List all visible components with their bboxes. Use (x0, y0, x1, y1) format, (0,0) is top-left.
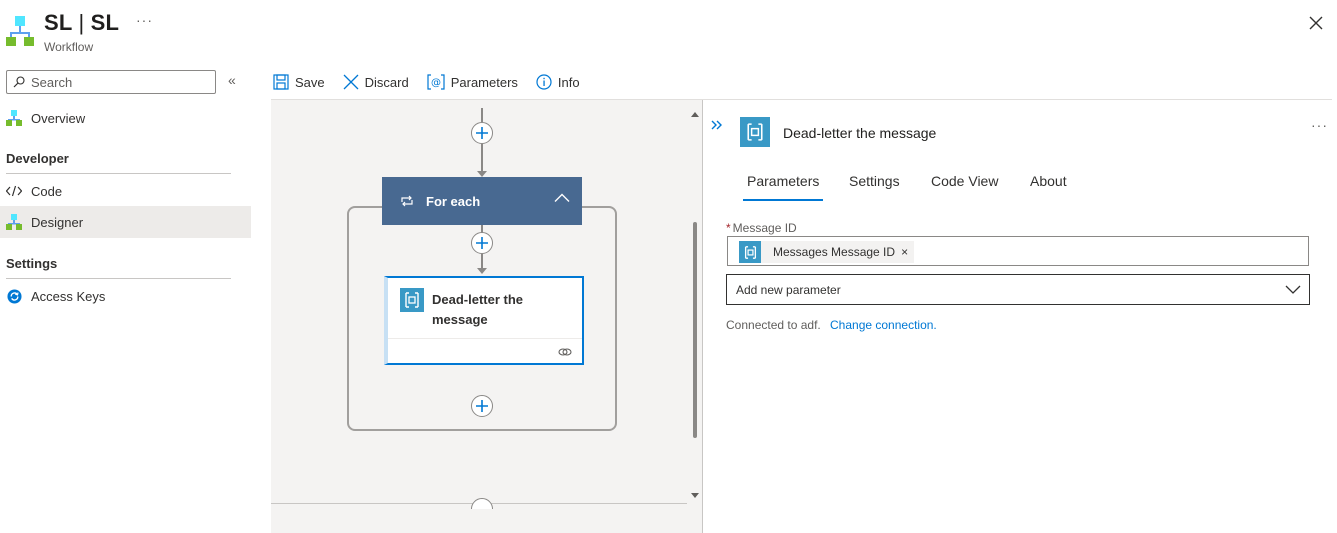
card-divider (388, 338, 582, 339)
connector-line (481, 108, 483, 122)
change-connection-link[interactable]: Change connection. (830, 318, 937, 332)
foreach-header[interactable]: For each (382, 177, 582, 225)
message-id-label-text: Message ID (732, 221, 797, 235)
link-icon (558, 344, 572, 362)
partial-add-step-button[interactable] (471, 498, 493, 509)
expand-panel-icon[interactable] (710, 118, 724, 137)
add-step-button[interactable] (471, 232, 493, 254)
token-remove-button[interactable]: × (901, 245, 908, 259)
connector-arrow (477, 268, 487, 274)
close-icon[interactable] (1306, 13, 1326, 33)
collapse-sidebar-button[interactable]: « (228, 72, 236, 88)
message-id-field[interactable]: Messages Message ID × (727, 236, 1309, 266)
info-button[interactable]: Info (534, 72, 582, 92)
add-step-button[interactable] (471, 122, 493, 144)
service-bus-icon (739, 241, 761, 263)
sidebar-item-code[interactable]: Code (0, 175, 251, 207)
info-icon (536, 74, 552, 90)
save-label: Save (295, 74, 325, 90)
panel-title: Dead-letter the message (783, 125, 937, 141)
foreach-title: For each (426, 193, 481, 209)
connection-status: Connected to adf. (726, 318, 821, 332)
tab-settings[interactable]: Settings (845, 173, 904, 199)
panel-more-button[interactable]: ··· (1311, 117, 1328, 133)
add-parameter-placeholder: Add new parameter (736, 282, 841, 297)
connector-line (481, 254, 483, 268)
tab-code-view[interactable]: Code View (927, 173, 1002, 199)
page-title: SL | SL (44, 10, 119, 36)
workflow-icon (6, 110, 22, 126)
svg-text:@: @ (431, 78, 441, 89)
message-id-label: * Message ID (726, 221, 797, 235)
designer-toolbar: Save Discard @ Parameters Info (271, 70, 596, 94)
designer-icon (6, 214, 22, 230)
connector-line (481, 144, 483, 171)
sidebar-item-access-keys[interactable]: Access Keys (0, 280, 251, 312)
plus-icon (476, 127, 488, 139)
service-bus-icon (740, 117, 770, 147)
sidebar-item-label: Code (31, 183, 63, 199)
loop-icon (401, 195, 413, 207)
discard-label: Discard (364, 74, 409, 90)
action-title: Dead-letter the message (432, 292, 524, 327)
sidebar-item-designer[interactable]: Designer (0, 206, 251, 238)
parameters-icon: @ (427, 74, 445, 90)
sidebar-item-overview[interactable]: Overview (0, 102, 251, 134)
plus-icon (476, 237, 488, 249)
nav-divider (6, 173, 231, 174)
add-step-button[interactable] (471, 395, 493, 417)
title-left: SL (44, 10, 73, 35)
sidebar-item-label: Access Keys (31, 288, 106, 304)
title-separator: | (78, 10, 85, 35)
chevron-down-icon (1285, 285, 1301, 294)
info-label: Info (557, 74, 580, 90)
discard-icon (343, 74, 359, 90)
sidebar-item-label: Overview (31, 110, 86, 126)
nav-section-developer: Developer (6, 151, 69, 166)
tab-parameters[interactable]: Parameters (743, 173, 824, 201)
parameters-button[interactable]: @ Parameters (425, 72, 520, 92)
plus-icon (476, 400, 488, 412)
chevron-up-icon[interactable] (554, 193, 570, 203)
refresh-key-icon (6, 288, 22, 304)
nav-section-settings: Settings (6, 256, 58, 271)
code-icon (6, 183, 22, 199)
search-icon (13, 76, 25, 88)
add-parameter-dropdown[interactable]: Add new parameter (726, 274, 1310, 305)
dynamic-content-token[interactable]: Messages Message ID × (739, 241, 915, 263)
search-input[interactable] (31, 74, 201, 90)
sidebar-item-label: Designer (31, 214, 84, 230)
panel-divider (702, 100, 703, 533)
more-options-button[interactable]: ··· (136, 12, 153, 28)
tab-about[interactable]: About (1026, 173, 1071, 199)
required-marker: * (726, 221, 731, 235)
token-label: Messages Message ID (773, 245, 896, 259)
nav-divider (6, 278, 231, 279)
title-right: SL (90, 10, 120, 35)
save-button[interactable]: Save (271, 72, 327, 92)
page-subtitle: Workflow (44, 40, 94, 54)
discard-button[interactable]: Discard (341, 72, 411, 92)
parameters-label: Parameters (450, 74, 518, 90)
workflow-app-icon (6, 16, 34, 46)
canvas-scrollbar[interactable] (688, 110, 702, 500)
action-card-dead-letter[interactable]: Dead-letter the message (384, 276, 584, 365)
search-box[interactable] (6, 70, 216, 94)
service-bus-icon (400, 288, 424, 312)
save-icon (273, 74, 289, 90)
